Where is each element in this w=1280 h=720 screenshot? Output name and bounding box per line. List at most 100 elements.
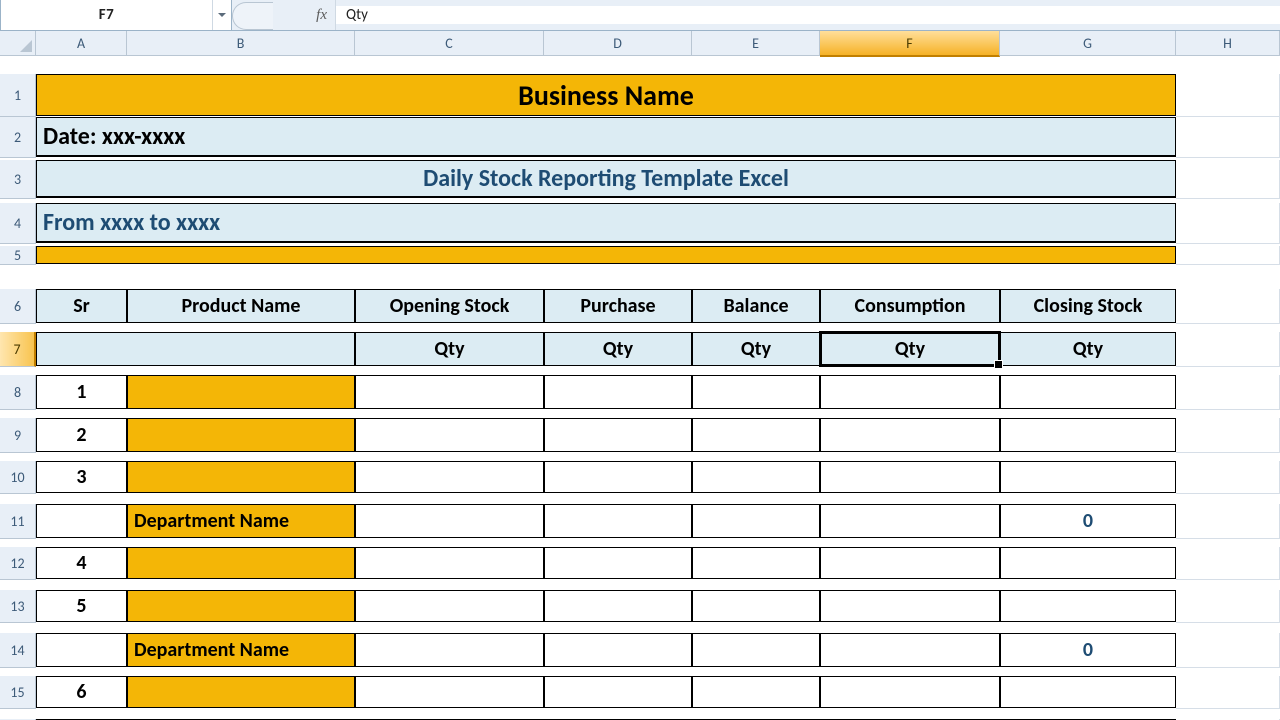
r15-purchase[interactable] [544, 676, 692, 708]
date-line[interactable]: Date: xxx-xxxx [36, 117, 1176, 157]
row-header-11[interactable]: 11 [0, 504, 36, 539]
r12-sr[interactable]: 4 [36, 547, 127, 579]
r13-closing[interactable] [1000, 590, 1176, 622]
r9-consumption[interactable] [820, 418, 1000, 452]
cell-H3[interactable] [1176, 160, 1280, 199]
r11-purchase[interactable] [544, 504, 692, 538]
formula-input[interactable]: Qty [336, 6, 1280, 24]
r14-purchase[interactable] [544, 633, 692, 667]
hdr-balance[interactable]: Balance [692, 289, 820, 323]
date-range[interactable]: From xxxx to xxxx [36, 203, 1176, 243]
r15-product[interactable] [127, 676, 355, 708]
col-header-F[interactable]: F [820, 31, 1000, 57]
r13-purchase[interactable] [544, 590, 692, 622]
r10-open[interactable] [355, 461, 544, 493]
r15-closing[interactable] [1000, 676, 1176, 708]
insert-function-button[interactable]: fx [232, 0, 336, 30]
cell-H4[interactable] [1176, 203, 1280, 244]
r12-consumption[interactable] [820, 547, 1000, 579]
hdr-closing[interactable]: Closing Stock [1000, 289, 1176, 323]
r14-dept[interactable]: Department Name [127, 633, 355, 667]
r8-balance[interactable] [692, 375, 820, 409]
cell-H2[interactable] [1176, 117, 1280, 158]
qty-balance[interactable]: Qty [692, 332, 820, 366]
select-all-corner[interactable] [0, 31, 36, 56]
r15-consumption[interactable] [820, 676, 1000, 708]
cell-H15[interactable] [1176, 676, 1280, 709]
r10-sr[interactable]: 3 [36, 461, 127, 493]
r8-purchase[interactable] [544, 375, 692, 409]
row-header-8[interactable]: 8 [0, 375, 36, 410]
row-header-3[interactable]: 3 [0, 160, 36, 199]
col-header-E[interactable]: E [692, 31, 820, 56]
row-header-10[interactable]: 10 [0, 461, 36, 494]
r15-balance[interactable] [692, 676, 820, 708]
hdr-open[interactable]: Opening Stock [355, 289, 544, 323]
r12-balance[interactable] [692, 547, 820, 579]
r11-closing[interactable]: 0 [1000, 504, 1176, 538]
row-header-9[interactable]: 9 [0, 418, 36, 453]
r10-purchase[interactable] [544, 461, 692, 493]
r8-open[interactable] [355, 375, 544, 409]
row-header-7[interactable]: 7 [0, 332, 36, 367]
qty-purchase[interactable]: Qty [544, 332, 692, 366]
r9-closing[interactable] [1000, 418, 1176, 452]
r11-open[interactable] [355, 504, 544, 538]
cell-H7[interactable] [1176, 332, 1280, 367]
qty-consumption[interactable]: Qty [820, 332, 1000, 366]
r9-purchase[interactable] [544, 418, 692, 452]
name-box[interactable]: F7 [0, 0, 232, 30]
qty-blank-ab[interactable] [36, 332, 355, 366]
col-header-D[interactable]: D [544, 31, 692, 56]
r8-product[interactable] [127, 375, 355, 409]
row-header-15[interactable]: 15 [0, 676, 36, 709]
r10-product[interactable] [127, 461, 355, 493]
r11-balance[interactable] [692, 504, 820, 538]
hdr-purchase[interactable]: Purchase [544, 289, 692, 323]
cell-H8[interactable] [1176, 375, 1280, 410]
r14-closing[interactable]: 0 [1000, 633, 1176, 667]
cell-H5[interactable] [1176, 246, 1280, 265]
business-name[interactable]: Business Name [36, 74, 1176, 116]
cell-H11[interactable] [1176, 504, 1280, 539]
r13-balance[interactable] [692, 590, 820, 622]
r15-sr[interactable]: 6 [36, 676, 127, 708]
r13-product[interactable] [127, 590, 355, 622]
cell-H14[interactable] [1176, 633, 1280, 668]
r11-dept[interactable]: Department Name [127, 504, 355, 538]
qty-open[interactable]: Qty [355, 332, 544, 366]
hdr-consumption[interactable]: Consumption [820, 289, 1000, 323]
row-header-5[interactable]: 5 [0, 246, 36, 265]
row-header-13[interactable]: 13 [0, 590, 36, 623]
cell-H9[interactable] [1176, 418, 1280, 453]
r10-closing[interactable] [1000, 461, 1176, 493]
r12-closing[interactable] [1000, 547, 1176, 579]
r11-sr[interactable] [36, 504, 127, 538]
r13-open[interactable] [355, 590, 544, 622]
row-header-4[interactable]: 4 [0, 203, 36, 244]
col-header-G[interactable]: G [1000, 31, 1176, 56]
row-header-2[interactable]: 2 [0, 117, 36, 158]
col-header-B[interactable]: B [127, 31, 355, 56]
row-header-14[interactable]: 14 [0, 633, 36, 668]
r9-balance[interactable] [692, 418, 820, 452]
r14-balance[interactable] [692, 633, 820, 667]
r8-sr[interactable]: 1 [36, 375, 127, 409]
cell-H10[interactable] [1176, 461, 1280, 494]
report-title[interactable]: Daily Stock Reporting Template Excel [36, 160, 1176, 198]
r9-product[interactable] [127, 418, 355, 452]
fill-handle[interactable] [994, 360, 1003, 369]
row-header-12[interactable]: 12 [0, 547, 36, 580]
row-header-6[interactable]: 6 [0, 289, 36, 324]
cell-H1[interactable] [1176, 74, 1280, 117]
r12-purchase[interactable] [544, 547, 692, 579]
hdr-sr[interactable]: Sr [36, 289, 127, 323]
r12-open[interactable] [355, 547, 544, 579]
col-header-A[interactable]: A [36, 31, 127, 56]
r10-balance[interactable] [692, 461, 820, 493]
r9-open[interactable] [355, 418, 544, 452]
r14-open[interactable] [355, 633, 544, 667]
cell-H13[interactable] [1176, 590, 1280, 623]
r8-closing[interactable] [1000, 375, 1176, 409]
row-header-1[interactable]: 1 [0, 74, 36, 117]
